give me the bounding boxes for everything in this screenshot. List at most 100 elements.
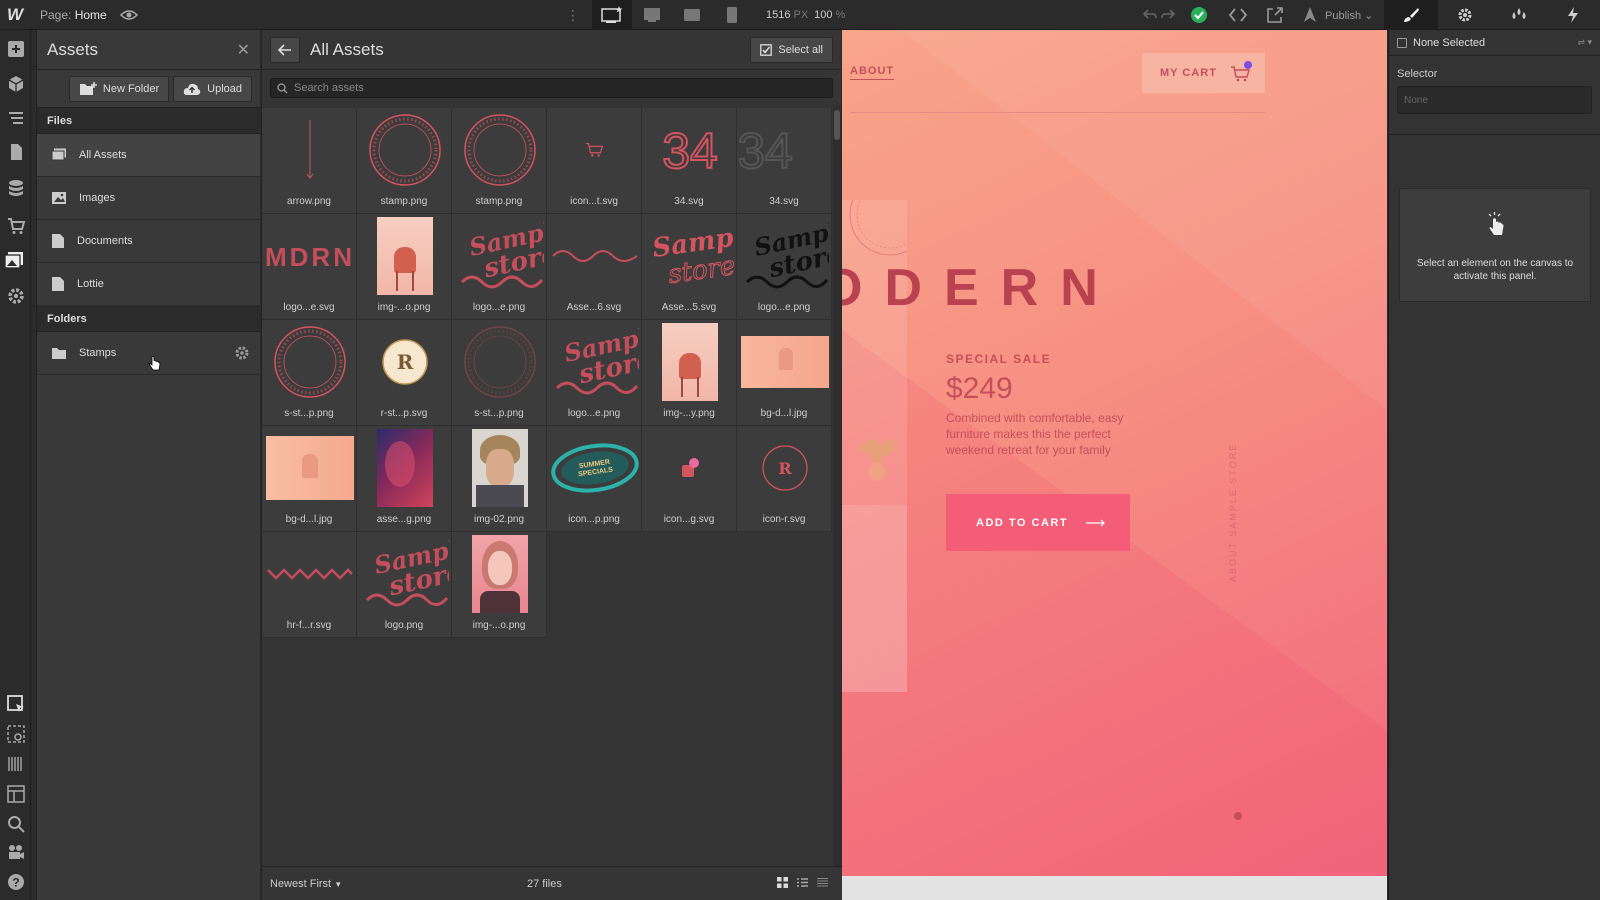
asset-tile[interactable]: bg-d...l.jpg [737,320,832,426]
new-folder-button[interactable]: New Folder [68,75,170,102]
arrow-right-icon [1086,519,1105,526]
asset-tile[interactable]: icon...t.svg [547,108,642,214]
asset-tile[interactable]: stamp.png [452,108,547,214]
file-filter-lottie[interactable]: Lottie [37,263,260,306]
xray-icon[interactable] [6,754,26,774]
asset-tile[interactable]: SUMMER SPECIALS icon...p.png [547,426,642,532]
detail-view-icon[interactable] [817,877,828,888]
nav-link-about[interactable]: ABOUT [850,65,895,80]
asset-tile[interactable]: stamp.png [357,108,452,214]
asset-filename: r-st...p.svg [380,408,428,419]
selector-options-icon[interactable]: ⇌ ▾ [1577,37,1592,48]
tab-interactions[interactable] [1492,0,1546,30]
pages-icon[interactable] [6,142,26,162]
sort-dropdown[interactable]: Newest First ▼ [270,878,342,890]
desktop-star-breakpoint-icon[interactable] [592,0,632,30]
publish-button[interactable]: Publish ⌄ [1325,9,1373,22]
tutorials-video-icon[interactable] [6,842,26,862]
navigator-icon[interactable] [6,108,26,128]
asset-tile[interactable]: 34 34.svg [737,108,832,214]
tablet-landscape-icon[interactable] [672,0,712,30]
asset-filename: icon...p.png [568,514,620,525]
export-icon[interactable] [1266,6,1284,24]
ecommerce-cart-icon[interactable] [6,216,26,236]
file-filter-documents[interactable]: Documents [37,220,260,263]
svg-text:34: 34 [739,123,793,178]
file-filter-all-assets[interactable]: All Assets [37,134,260,177]
help-icon[interactable]: ? [6,872,26,892]
preview-eye-icon[interactable] [120,6,138,24]
asset-tile[interactable]: img-...o.png [357,214,452,320]
settings-gear-icon[interactable] [6,286,26,306]
asset-grid-scrollbar[interactable] [833,106,841,898]
select-cursor-icon[interactable] [6,694,26,714]
lightning-icon [1568,7,1578,23]
my-cart-button[interactable]: MY CART [1142,53,1265,93]
asset-tile[interactable]: Sample store logo...e.png [737,214,832,320]
asset-tile[interactable]: Ricon-r.svg [737,426,832,532]
select-all-button[interactable]: Select all [750,36,833,63]
mobile-icon[interactable] [712,0,752,30]
design-canvas[interactable]: ABOUT MY CART ODERN SPECIAL SALE $249 Co… [842,30,1387,876]
search-icon[interactable] [6,814,26,834]
asset-tile[interactable]: bg-d...l.jpg [262,426,357,532]
redo-icon[interactable] [1160,6,1176,22]
slider-dot[interactable] [1234,812,1242,820]
asset-tile[interactable]: Sample store logo...e.png [452,214,547,320]
svg-text:MDRN: MDRN [265,242,355,272]
page-selector[interactable]: Page: Home [40,8,107,22]
tab-style-brush[interactable] [1384,0,1438,30]
selector-input[interactable]: None [1397,86,1592,114]
asset-tile[interactable]: img-...y.png [642,320,737,426]
asset-tile[interactable]: 34 34.svg [642,108,737,214]
hero-heading: ODERN [842,259,1120,317]
layout-preview-icon[interactable] [6,784,26,804]
asset-tile[interactable]: Asse...6.svg [547,214,642,320]
asset-tile[interactable]: asse...g.png [357,426,452,532]
tab-lightning[interactable] [1546,0,1600,30]
folder-settings-gear-icon[interactable] [234,345,250,361]
list-view-icon[interactable] [797,877,808,888]
code-icon[interactable] [1228,6,1248,24]
asset-tile[interactable]: img-02.png [452,426,547,532]
view-toggles [777,877,828,888]
selection-checkbox[interactable] [1397,37,1407,48]
asset-tile[interactable]: s-st...p.png [452,320,547,426]
upload-button[interactable]: Upload [173,75,252,102]
preview-select-icon[interactable] [6,724,26,744]
assets-icon[interactable] [3,250,28,270]
close-icon[interactable]: ✕ [237,40,250,60]
undo-icon[interactable] [1142,6,1158,22]
tab-settings[interactable] [1438,0,1492,30]
asset-tile[interactable]: img-...o.png [452,532,547,638]
panel-divider [1389,134,1600,135]
add-to-cart-button[interactable]: ADD TO CART [946,494,1130,551]
asset-tile[interactable]: MDRN logo...e.svg [262,214,357,320]
asset-tile[interactable]: Sample store logo.png [357,532,452,638]
back-button[interactable] [270,36,300,63]
asset-tile[interactable]: icon...g.svg [642,426,737,532]
asset-tile[interactable]: arrow.png [262,108,357,214]
asset-tile[interactable]: Sample store Asse...5.svg [642,214,737,320]
chevron-down-icon: ⌄ [1364,10,1374,22]
svg-text:R: R [396,350,413,374]
asset-tile[interactable]: Sample store logo...e.png [547,320,642,426]
asset-tile[interactable]: s-st...p.png [262,320,357,426]
file-filter-images[interactable]: Images [37,177,260,220]
folder-item-stamps[interactable]: Stamps [37,332,260,375]
desktop-breakpoint-icon[interactable] [632,0,672,30]
canvas-bottom-strip [842,876,1387,900]
asset-grid-footer: Newest First ▼ 27 files [262,866,842,900]
assets-panel: Assets ✕ New Folder Upload Files All Ass… [36,30,260,900]
symbols-cube-icon[interactable] [6,74,26,94]
add-element-icon[interactable] [6,39,26,59]
canvas-size-readout[interactable]: 1516 PX 100% [766,9,851,21]
asset-tile[interactable]: hr-f...r.svg [262,532,357,638]
grid-view-icon[interactable] [777,877,788,888]
scrollbar-thumb[interactable] [834,110,840,140]
search-assets-input[interactable]: Search assets [270,78,833,98]
more-dots-icon[interactable]: ⋮ [566,7,580,24]
cms-database-icon[interactable] [6,178,26,198]
asset-tile[interactable]: Rr-st...p.svg [357,320,452,426]
app-logo[interactable]: W [0,0,30,30]
